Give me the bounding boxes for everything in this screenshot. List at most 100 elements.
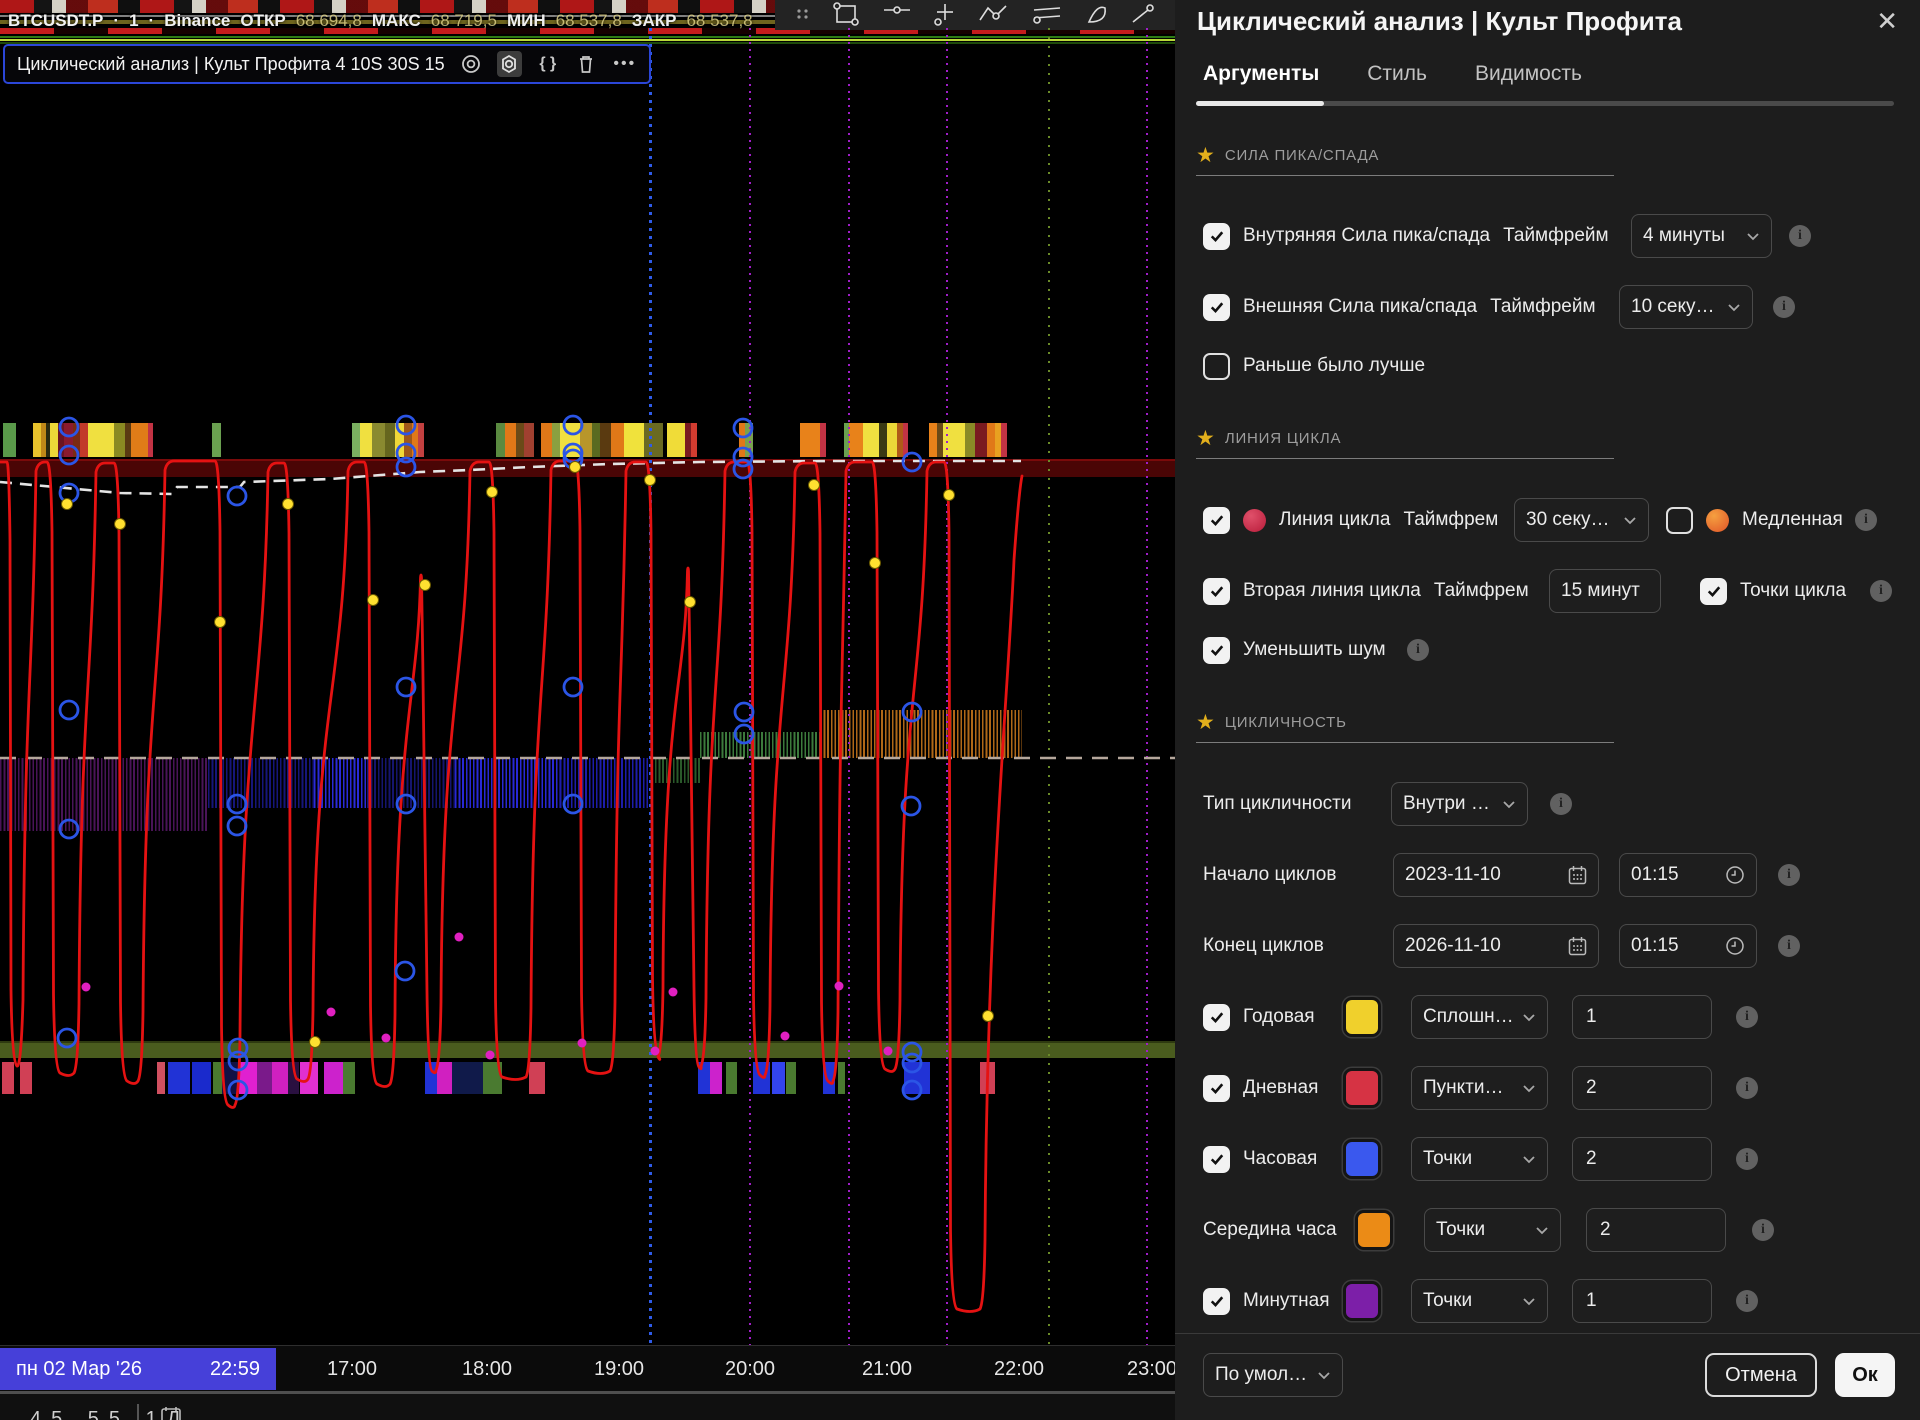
time-tick[interactable]: 22:00: [994, 1346, 1044, 1392]
peak-dot-yellow: [944, 490, 955, 501]
color-swatch[interactable]: [1355, 1210, 1393, 1250]
line-style-dropdown[interactable]: Точки: [1411, 1137, 1548, 1181]
checkbox-checked[interactable]: [1203, 223, 1230, 250]
star-icon: ★: [1196, 428, 1215, 449]
tab-track: [1196, 101, 1894, 106]
info-icon[interactable]: i: [1752, 1219, 1774, 1241]
line-width-input[interactable]: 2: [1586, 1208, 1726, 1252]
row-label: Годовая: [1243, 1006, 1315, 1028]
timeframe-dropdown[interactable]: 10 секу…: [1619, 285, 1753, 329]
time-value: 01:15: [1631, 935, 1679, 957]
chevron-down-icon: [1727, 303, 1741, 312]
color-swatch[interactable]: [1343, 997, 1381, 1037]
clock-icon: [1725, 936, 1745, 956]
time-tick[interactable]: 23:00: [1127, 1346, 1175, 1392]
checkbox-unchecked[interactable]: [1203, 353, 1230, 380]
dialog-tabs: Аргументы Стиль Видимость: [1203, 62, 1582, 86]
line-width-input[interactable]: 2: [1572, 1137, 1712, 1181]
end-date-input[interactable]: 2026-11-10: [1393, 924, 1599, 968]
row-yearly: Годовая Сплошн… 1 i: [1175, 995, 1920, 1039]
checkbox-checked[interactable]: [1203, 1004, 1230, 1031]
more-options-icon[interactable]: •••: [613, 51, 637, 77]
crosshair-date: пн 02 Мар '26: [16, 1358, 142, 1381]
line-color-swatch[interactable]: [1243, 509, 1266, 532]
source-code-icon[interactable]: { }: [536, 51, 560, 77]
row-earlier-better: Раньше было лучше: [1175, 344, 1920, 388]
checkbox-checked[interactable]: [1203, 578, 1230, 605]
time-tick[interactable]: 19:00: [594, 1346, 644, 1392]
info-icon[interactable]: i: [1778, 935, 1800, 957]
tab-style[interactable]: Стиль: [1367, 62, 1427, 86]
row-label: Минутная: [1243, 1290, 1329, 1312]
line-style-dropdown[interactable]: Сплошн…: [1411, 995, 1548, 1039]
info-icon[interactable]: i: [1870, 580, 1892, 602]
line-style-dropdown[interactable]: Точки: [1411, 1279, 1548, 1323]
cycle-point-circle: [564, 795, 582, 813]
checkbox-checked[interactable]: [1203, 1288, 1230, 1315]
settings-gear-icon[interactable]: [497, 51, 521, 77]
calendar-icon[interactable]: [160, 1406, 182, 1420]
end-time-input[interactable]: 01:15: [1619, 924, 1757, 968]
dropdown-value: Точки: [1423, 1148, 1472, 1170]
cycle-point-circle: [60, 446, 78, 464]
checkbox-checked[interactable]: [1203, 1075, 1230, 1102]
tab-arguments[interactable]: Аргументы: [1203, 62, 1319, 86]
time-tick[interactable]: 18:00: [462, 1346, 512, 1392]
info-icon[interactable]: i: [1778, 864, 1800, 886]
minute-dot-magenta: [578, 1039, 587, 1048]
info-icon[interactable]: i: [1736, 1148, 1758, 1170]
line-style-dropdown[interactable]: Точки: [1424, 1208, 1561, 1252]
checkbox-checked[interactable]: [1700, 578, 1727, 605]
info-icon[interactable]: i: [1736, 1006, 1758, 1028]
checkbox-checked[interactable]: [1203, 1146, 1230, 1173]
info-icon[interactable]: i: [1855, 509, 1877, 531]
star-icon: ★: [1196, 712, 1215, 733]
time-tick[interactable]: 17:00: [327, 1346, 377, 1392]
timeframe-dropdown[interactable]: 4 минуты: [1631, 214, 1772, 258]
color-swatch[interactable]: [1343, 1281, 1381, 1321]
close-icon[interactable]: ✕: [1876, 8, 1898, 34]
timeframe-dropdown[interactable]: 30 секу…: [1514, 498, 1649, 542]
line-width-input[interactable]: 1: [1572, 1279, 1712, 1323]
start-date-input[interactable]: 2023-11-10: [1393, 853, 1599, 897]
cyclicity-type-dropdown[interactable]: Внутри …: [1391, 782, 1528, 826]
trash-icon[interactable]: [574, 51, 598, 77]
crosshair-time-label: пн 02 Мар '26 22:59: [0, 1348, 276, 1390]
peak-dot-yellow: [570, 462, 581, 473]
timeframe-dropdown[interactable]: 15 минут: [1549, 569, 1661, 613]
info-icon[interactable]: i: [1773, 296, 1795, 318]
cycle-points-label: Точки цикла: [1740, 580, 1846, 602]
row-label: Внешняя Сила пика/спада: [1243, 296, 1477, 318]
indicator-legend[interactable]: Циклический анализ | Культ Профита 4 10S…: [3, 44, 651, 84]
start-time-input[interactable]: 01:15: [1619, 853, 1757, 897]
checkbox-checked[interactable]: [1203, 507, 1230, 534]
section-underline: [1196, 742, 1614, 743]
color-swatch[interactable]: [1343, 1068, 1381, 1108]
row-hourly: ЧасоваяТочки2i: [1175, 1137, 1920, 1181]
checkbox-unchecked[interactable]: [1666, 507, 1693, 534]
time-axis[interactable]: пн 02 Мар '26 22:59 17:00 18:00 19:00 20:00…: [0, 1345, 1175, 1391]
info-icon[interactable]: i: [1407, 639, 1429, 661]
slow-color-swatch[interactable]: [1706, 509, 1729, 532]
cancel-button[interactable]: Отмена: [1705, 1353, 1817, 1397]
info-icon[interactable]: i: [1550, 793, 1572, 815]
info-icon[interactable]: i: [1789, 225, 1811, 247]
line-width-input[interactable]: 1: [1572, 995, 1712, 1039]
ok-button[interactable]: Ок: [1835, 1353, 1895, 1397]
row-cycle-line: Линия цикла Таймфрем 30 секу… Медленная …: [1175, 498, 1920, 542]
color-swatch[interactable]: [1343, 1139, 1381, 1179]
checkbox-checked[interactable]: [1203, 294, 1230, 321]
chart-area[interactable]: BTCUSDT.P · 1 · Binance ОТКР 68 694,8 МА…: [0, 0, 1175, 1420]
info-icon[interactable]: i: [1736, 1077, 1758, 1099]
info-icon[interactable]: i: [1736, 1290, 1758, 1312]
time-tick[interactable]: 21:00: [862, 1346, 912, 1392]
defaults-dropdown[interactable]: По умол…: [1203, 1353, 1343, 1397]
row-label: Внутряняя Сила пика/спада: [1243, 225, 1490, 247]
tab-visibility[interactable]: Видимость: [1475, 62, 1582, 86]
chevron-down-icon: [1522, 1013, 1536, 1022]
eye-icon[interactable]: [459, 51, 483, 77]
checkbox-checked[interactable]: [1203, 637, 1230, 664]
time-tick[interactable]: 20:00: [725, 1346, 775, 1392]
line-style-dropdown[interactable]: Пункти…: [1411, 1066, 1548, 1110]
line-width-input[interactable]: 2: [1572, 1066, 1712, 1110]
